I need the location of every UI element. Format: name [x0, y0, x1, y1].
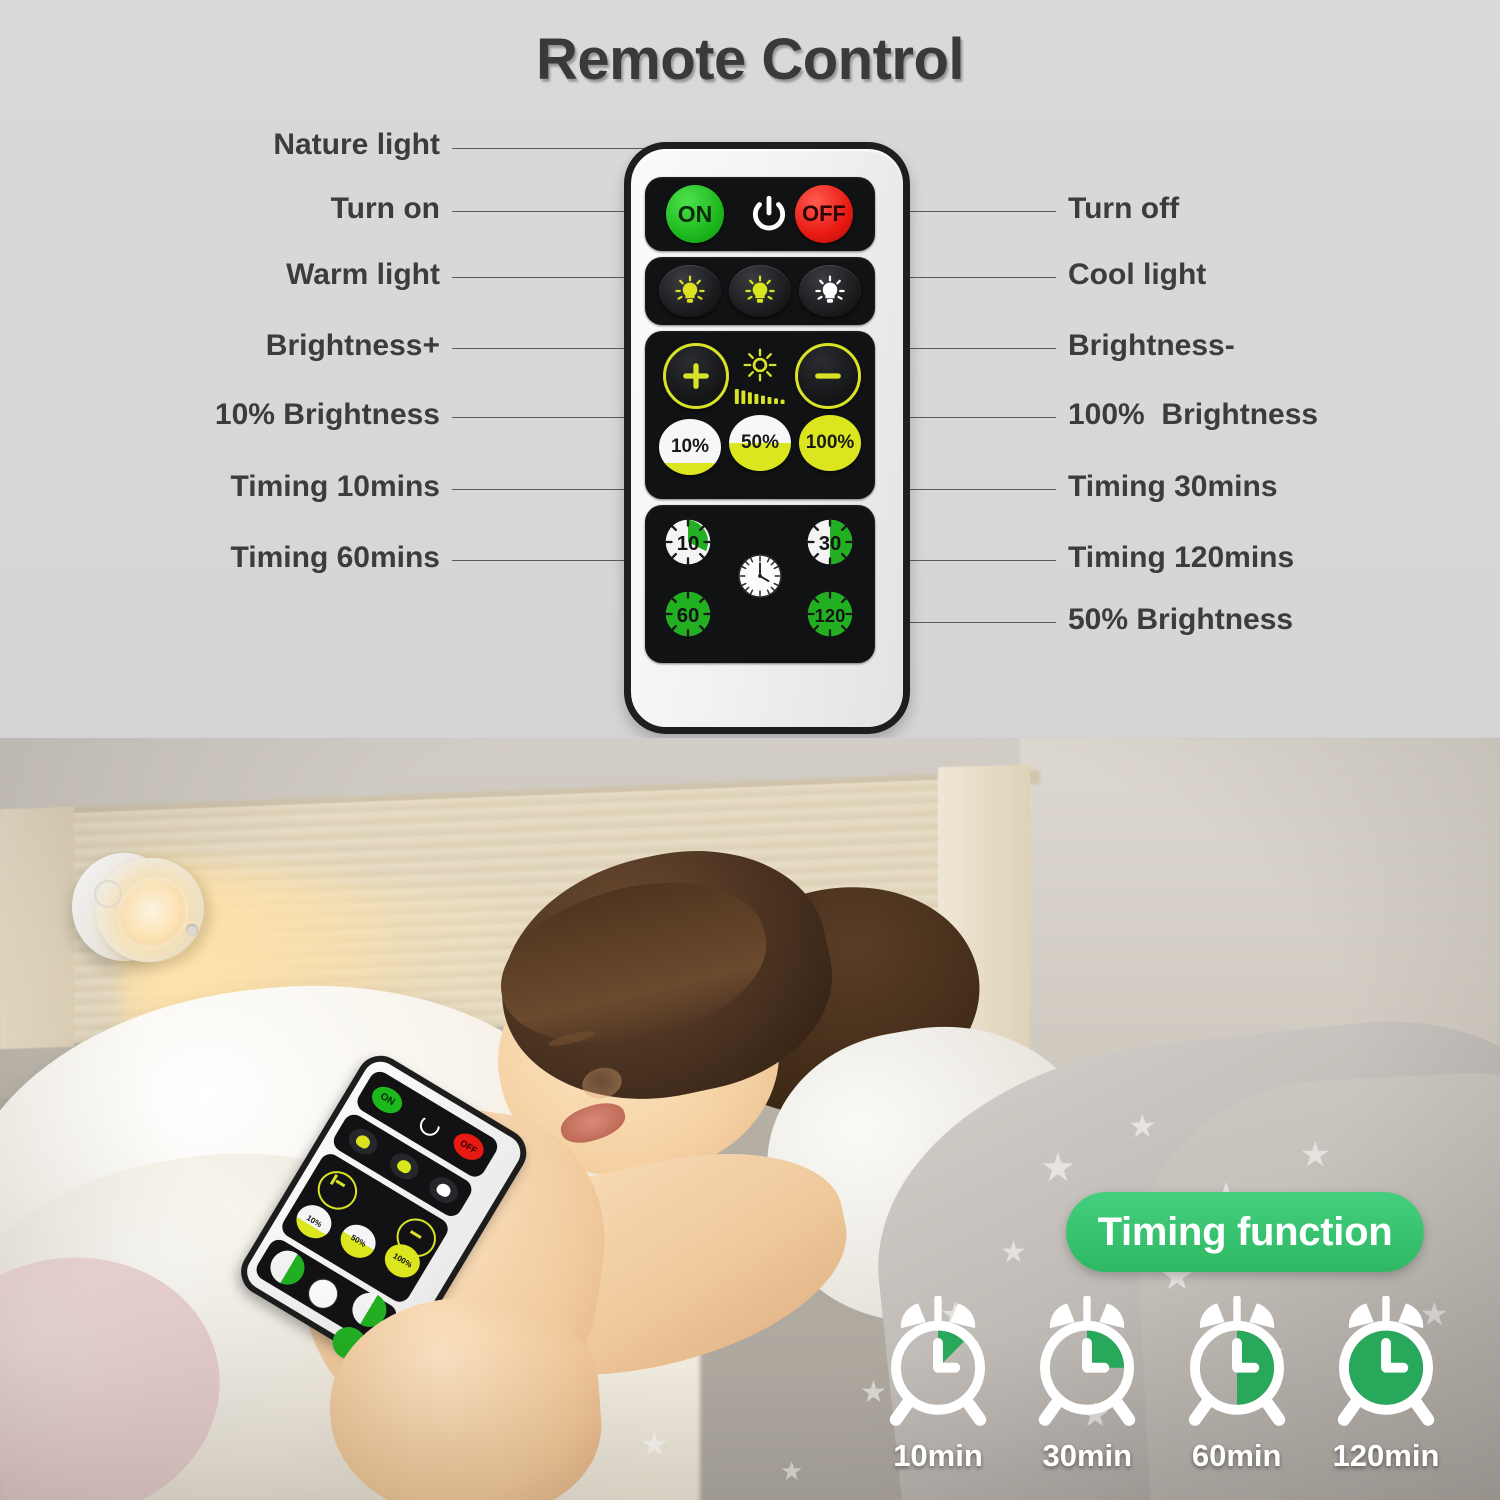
brightness-100-button[interactable]: 100% — [799, 415, 861, 471]
timer-caption-30min: 30min — [1042, 1438, 1133, 1473]
leader-timing-10 — [452, 489, 652, 490]
brightness-bars-icon — [733, 387, 789, 411]
brightness-10-button[interactable]: 10% — [659, 419, 721, 475]
on-button-label: ON — [677, 200, 713, 227]
timer-icon-60min: 60min — [1171, 1296, 1303, 1486]
panel-brightness-row: 10% 50% 100% — [645, 331, 875, 499]
label-nature-light: Nature light — [273, 128, 440, 161]
on-button[interactable]: ON — [666, 185, 724, 243]
warm-bulb-icon[interactable] — [659, 265, 721, 317]
label-timing-120: Timing 120mins — [1068, 541, 1295, 574]
label-warm-light: Warm light — [286, 258, 440, 291]
timer-10-button[interactable]: 10 — [657, 511, 719, 573]
label-brightness-100: 100% Brightness — [1068, 398, 1319, 431]
timer-120-label: 120 — [815, 605, 846, 626]
brightness-down-button[interactable] — [795, 343, 861, 409]
alarm-clock-icon — [1188, 1296, 1285, 1426]
label-brightness-50: 50% Brightness — [1068, 603, 1294, 636]
label-turn-off: Turn off — [1068, 192, 1180, 225]
label-cool-light: Cool light — [1068, 258, 1207, 291]
timer-30-button[interactable]: 30 — [799, 511, 861, 573]
timer-60-button[interactable]: 60 — [657, 583, 719, 645]
timer-caption-10min: 10min — [893, 1438, 983, 1473]
timer-120-button[interactable]: 120 — [799, 583, 861, 645]
leader-turn-on — [452, 211, 652, 212]
cool-bulb-icon[interactable] — [799, 265, 861, 317]
power-icon[interactable] — [748, 193, 790, 235]
timing-function-label: Timing function — [1097, 1209, 1393, 1254]
sun-icon — [742, 347, 778, 388]
alarm-clock-icon — [1337, 1296, 1435, 1426]
timer-30-label: 30 — [819, 533, 842, 555]
off-button-label: OFF — [802, 201, 846, 226]
alarm-clock-icon — [889, 1296, 987, 1426]
remote-control-body: ON OFF 10% 50% 100% 10 30 60 120 — [624, 142, 910, 734]
alarm-clock-icon — [1039, 1296, 1136, 1426]
plus-icon — [683, 363, 709, 389]
timer-60-label: 60 — [677, 605, 700, 627]
product-infographic: Remote Control Nature light Turn on Warm… — [0, 0, 1500, 1500]
label-turn-on: Turn on — [330, 192, 440, 225]
brightness-50-label: 50% — [740, 432, 780, 453]
clock-icon — [733, 549, 787, 603]
leader-timing-60 — [452, 560, 652, 561]
timer-caption-120min: 120min — [1332, 1438, 1440, 1473]
brightness-10-label: 10% — [670, 436, 710, 457]
timer-10-label: 10 — [677, 533, 700, 555]
label-brightness-up: Brightness+ — [265, 329, 440, 362]
nature-bulb-icon[interactable] — [729, 265, 791, 317]
timing-function-badge: Timing function — [1066, 1192, 1424, 1272]
panel-color-row — [645, 257, 875, 325]
timer-caption-60min: 60min — [1191, 1438, 1282, 1473]
label-timing-30: Timing 30mins — [1068, 470, 1278, 503]
panel-power-row: ON OFF — [645, 177, 875, 251]
off-button[interactable]: OFF — [795, 185, 853, 243]
timer-icon-30min: 30min — [1021, 1296, 1153, 1486]
brightness-up-button[interactable] — [663, 343, 729, 409]
label-brightness-down: Brightness- — [1068, 329, 1235, 362]
remote-diagram-section: Remote Control Nature light Turn on Warm… — [0, 0, 1500, 760]
panel-timer-row: 10 30 60 120 — [645, 505, 875, 663]
brightness-50-button[interactable]: 50% — [729, 415, 791, 471]
leader-warm-light — [452, 277, 652, 278]
leader-brightness-up — [452, 348, 652, 349]
page-title: Remote Control — [536, 27, 965, 92]
leader-brightness-10 — [452, 417, 652, 418]
label-brightness-10: 10% Brightness — [214, 398, 440, 431]
brightness-100-label: 100% — [805, 432, 855, 453]
label-timing-10: Timing 10mins — [230, 470, 440, 503]
timer-icon-10min: 10min — [872, 1296, 1004, 1486]
minus-icon — [815, 373, 841, 379]
timer-icon-row: 10min 30min 60min 120min — [872, 1296, 1452, 1486]
timer-icon-120min: 120min — [1320, 1296, 1452, 1486]
label-timing-60: Timing 60mins — [230, 541, 440, 574]
